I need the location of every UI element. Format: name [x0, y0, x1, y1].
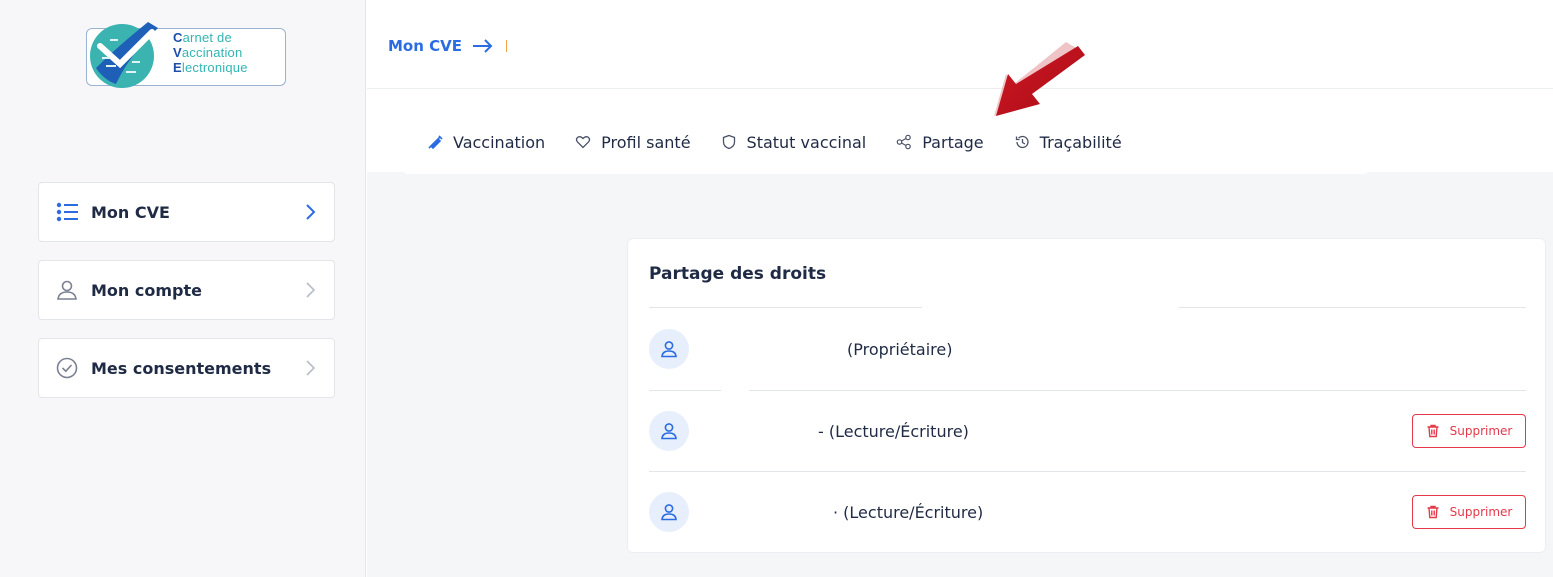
tab-label: Profil santé	[601, 132, 691, 152]
check-circle-icon	[55, 356, 79, 380]
logo-text: Carnet de Vaccination Electronique	[173, 30, 248, 75]
shield-icon	[721, 134, 737, 150]
heart-icon	[575, 134, 591, 150]
divider	[649, 307, 922, 308]
chevron-right-icon	[306, 360, 316, 376]
sidebar-item-mon-cve[interactable]: Mon CVE	[38, 182, 335, 242]
tab-partage[interactable]: Partage	[896, 132, 984, 152]
tab-vaccination[interactable]: Vaccination	[427, 133, 545, 152]
user-icon	[55, 278, 79, 302]
breadcrumb-separator	[506, 40, 507, 52]
arrow-right-icon	[473, 39, 493, 53]
avatar	[649, 411, 689, 451]
tab-profil-sante[interactable]: Profil santé	[575, 132, 691, 152]
tab-tracabilite[interactable]: Traçabilité	[1014, 133, 1122, 152]
user-icon	[661, 504, 677, 521]
share-row: · (Lecture/Écriture) Supprimer	[649, 472, 1526, 552]
sidebar-item-mon-compte[interactable]: Mon compte	[38, 260, 335, 320]
sharing-card: Partage des droits (Propriétaire) - (Lec…	[627, 238, 1546, 553]
tab-label: Vaccination	[453, 132, 546, 152]
syringe-icon	[427, 134, 443, 150]
sidebar-item-label: Mes consentements	[91, 358, 272, 378]
app-logo[interactable]: Carnet de Vaccination Electronique	[86, 18, 288, 90]
breadcrumb-item[interactable]: Mon CVE	[388, 37, 462, 55]
share-row: (Propriétaire)	[649, 309, 1526, 389]
user-icon	[661, 423, 677, 440]
top-bar: Mon CVE	[367, 0, 1553, 89]
share-row: - (Lecture/Écriture) Supprimer	[649, 391, 1526, 471]
share-role-text: (Propriétaire)	[847, 339, 953, 359]
sidebar: Carnet de Vaccination Electronique Mon C…	[0, 0, 366, 577]
sidebar-item-label: Mon compte	[91, 280, 202, 300]
history-icon	[1014, 134, 1030, 150]
trash-icon	[1427, 505, 1439, 519]
share-role-text: · (Lecture/Écriture)	[833, 502, 984, 522]
divider	[1179, 307, 1526, 308]
user-icon	[661, 341, 677, 358]
share-icon	[896, 134, 912, 150]
delete-button[interactable]: Supprimer	[1412, 414, 1526, 448]
tab-label: Statut vaccinal	[746, 132, 867, 152]
avatar	[649, 492, 689, 532]
tab-label: Partage	[922, 132, 984, 152]
list-icon	[55, 200, 79, 224]
annotation-arrow-icon	[994, 42, 1085, 116]
sidebar-item-label: Mon CVE	[91, 202, 170, 222]
delete-button-label: Supprimer	[1449, 424, 1513, 438]
breadcrumb[interactable]: Mon CVE	[388, 37, 507, 55]
delete-button[interactable]: Supprimer	[1412, 495, 1526, 529]
share-role-text: - (Lecture/Écriture)	[818, 421, 969, 441]
delete-button-label: Supprimer	[1449, 505, 1513, 519]
trash-icon	[1427, 424, 1439, 438]
logo-emblem-icon	[90, 22, 158, 88]
tab-statut-vaccinal[interactable]: Statut vaccinal	[721, 132, 867, 152]
sidebar-item-mes-consentements[interactable]: Mes consentements	[38, 338, 335, 398]
chevron-right-icon	[306, 282, 316, 298]
card-title: Partage des droits	[649, 264, 827, 284]
chevron-right-icon	[306, 204, 316, 220]
tab-bar: Vaccination Profil santé Statut vaccinal…	[405, 110, 1367, 174]
tab-label: Traçabilité	[1039, 132, 1122, 152]
avatar	[649, 329, 689, 369]
